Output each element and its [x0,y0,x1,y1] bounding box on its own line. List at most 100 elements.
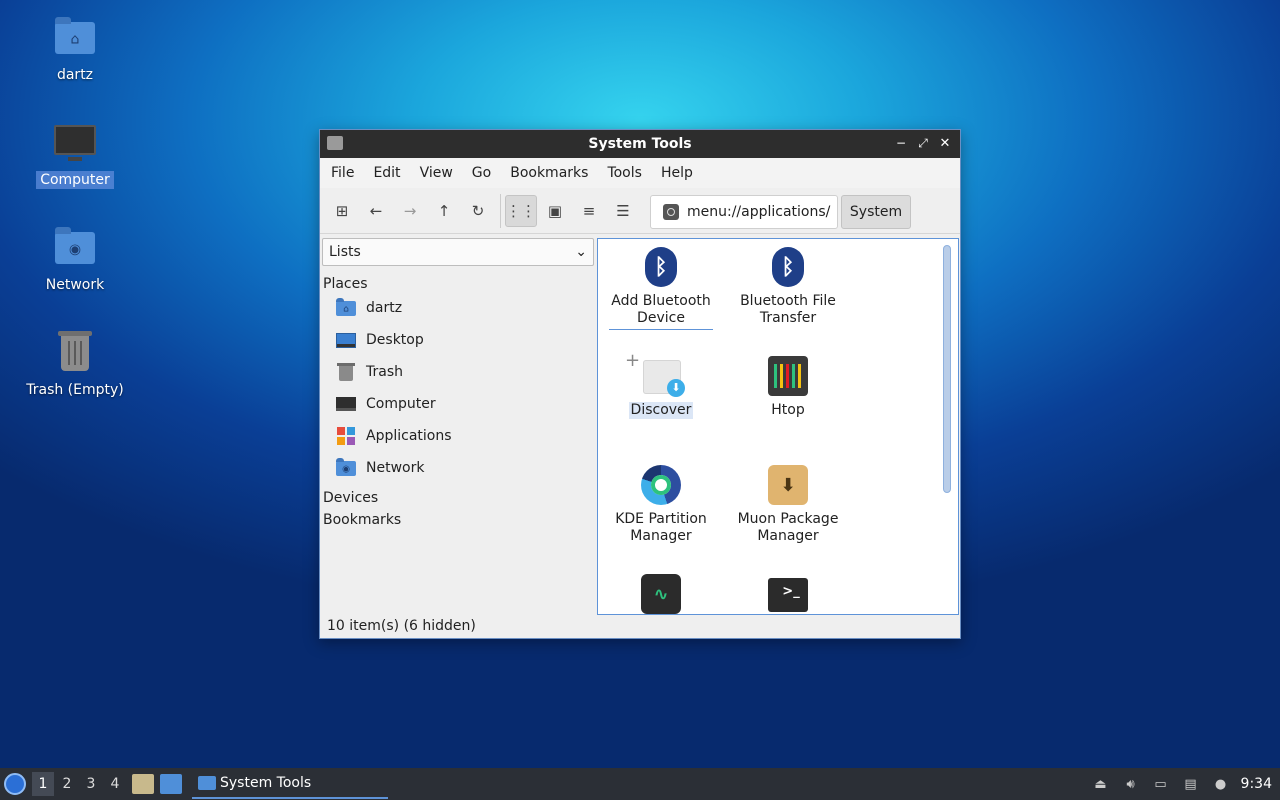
desktop-icon-label: dartz [56,67,94,83]
maximize-button[interactable]: ⤢ [914,134,932,152]
thumbnail-view-button[interactable]: ▣ [539,195,571,227]
menu-bookmarks[interactable]: Bookmarks [503,165,595,181]
menu-help[interactable]: Help [654,165,700,181]
start-menu-button[interactable] [0,769,30,799]
up-button[interactable]: ↑ [428,195,460,227]
sidebar-item-dartz[interactable]: ⌂ dartz [322,292,594,324]
folder-launcher-icon[interactable] [160,774,182,794]
minimize-button[interactable]: − [892,134,910,152]
desktop-icon-home[interactable]: ⌂ dartz [20,16,130,84]
sidebar-item-label: Trash [366,364,403,380]
desktop-icon-label: Computer [36,171,114,189]
app-name: Muon Package Manager [737,511,839,544]
workspace-1[interactable]: 1 [32,772,54,796]
back-button[interactable]: ← [360,195,392,227]
desktop-icon-computer[interactable]: Computer [20,121,130,189]
clipboard-icon[interactable]: ▤ [1181,774,1201,794]
plus-icon: + [625,350,641,371]
menu-edit[interactable]: Edit [366,165,407,181]
applications-icon [336,426,356,446]
sidebar-item-computer[interactable]: Computer [322,388,594,420]
app-kde-partition-manager[interactable]: KDE Partition Manager [598,463,724,545]
clock[interactable]: 9:34 [1241,776,1272,792]
bookmarks-heading[interactable]: Bookmarks [322,512,594,528]
location-icon [663,204,679,220]
app-name: Bluetooth File Transfer [740,293,836,326]
icon-view-button[interactable]: ⋮⋮ [505,194,537,227]
htop-icon [766,354,810,398]
sidebar-item-desktop[interactable]: Desktop [322,324,594,356]
reload-button[interactable]: ↻ [462,195,494,227]
file-view[interactable]: ᛒ Add Bluetooth Device ᛒ Bluetooth File Tr… [597,238,959,615]
volume-icon[interactable]: 🔊︎ [1121,774,1141,794]
app-name: Htop [771,402,805,418]
task-label: System Tools [220,775,312,791]
desktop-icon-network[interactable]: ◉ Network [20,226,130,294]
sidebar-mode-select[interactable]: Lists ⌄ [322,238,594,266]
compact-view-button[interactable]: ≡ [573,195,605,227]
workspace-2[interactable]: 2 [56,772,78,796]
home-folder-icon: ⌂ [53,16,97,60]
menu-view[interactable]: View [413,165,460,181]
app-htop[interactable]: Htop [725,354,851,419]
package-manager-icon: ⬇ [766,463,810,507]
app-discover[interactable]: + ⬇ Discover [598,350,724,419]
menu-tools[interactable]: Tools [600,165,649,181]
eject-icon[interactable]: ⏏ [1091,774,1111,794]
sidebar-item-label: dartz [366,300,403,316]
computer-icon [53,121,97,165]
new-tab-button[interactable]: ⊞ [326,195,358,227]
sidebar-item-label: Network [366,460,425,476]
app-bluetooth-file-transfer[interactable]: ᛒ Bluetooth File Transfer [725,245,851,327]
forward-button[interactable]: → [394,195,426,227]
app-name: Add Bluetooth Device [609,293,713,330]
app-add-bluetooth-device[interactable]: ᛒ Add Bluetooth Device [598,245,724,330]
sidebar-mode-label: Lists [329,244,361,260]
path-button-system[interactable]: System [841,195,911,229]
network-icon[interactable]: ▭ [1151,774,1171,794]
notification-icon[interactable]: ● [1211,774,1231,794]
workspace-3[interactable]: 3 [80,772,102,796]
discover-icon: + ⬇ [625,350,685,398]
sidebar-item-network[interactable]: ◉ Network [322,452,594,484]
app-system-monitor[interactable]: ∿ [598,572,724,614]
trash-icon [336,362,356,382]
status-text: 10 item(s) (6 hidden) [327,618,476,634]
computer-icon [336,394,356,414]
toolbar: ⊞ ← → ↑ ↻ ⋮⋮ ▣ ≡ ☰ menu://applications/ … [320,188,960,234]
sidebar-item-label: Desktop [366,332,424,348]
sidebar: Lists ⌄ Places ⌂ dartz Desktop Trash Com… [322,238,594,612]
partition-manager-icon [639,463,683,507]
app-terminal[interactable]: >_ [725,572,851,614]
bluetooth-icon: ᛒ [639,245,683,289]
trash-icon [53,331,97,375]
task-system-tools[interactable]: System Tools [192,769,388,799]
vertical-scrollbar[interactable] [943,245,951,493]
status-bar: 10 item(s) (6 hidden) [320,614,960,638]
devices-heading[interactable]: Devices [322,490,594,506]
folder-icon [198,776,216,790]
desktop-icon [336,330,356,350]
menubar: File Edit View Go Bookmarks Tools Help [320,158,960,188]
system-monitor-icon: ∿ [639,572,683,614]
sidebar-item-label: Computer [366,396,436,412]
detailed-view-button[interactable]: ☰ [607,195,639,227]
location-path: menu://applications/ [687,204,831,220]
sidebar-item-trash[interactable]: Trash [322,356,594,388]
sidebar-item-applications[interactable]: Applications [322,420,594,452]
menu-go[interactable]: Go [465,165,498,181]
sidebar-item-label: Applications [366,428,452,444]
app-name: Discover [628,402,694,419]
file-manager-window: System Tools − ⤢ ✕ File Edit View Go Boo… [319,129,961,639]
location-bar[interactable]: menu://applications/ [650,195,838,229]
places-heading[interactable]: Places [322,276,594,292]
workspace-4[interactable]: 4 [104,772,126,796]
desktop-icon-trash[interactable]: Trash (Empty) [20,331,130,399]
window-titlebar[interactable]: System Tools − ⤢ ✕ [320,130,960,158]
close-button[interactable]: ✕ [936,134,954,152]
desktop-icon-label: Network [45,277,105,293]
bluetooth-icon: ᛒ [766,245,810,289]
app-muon-package-manager[interactable]: ⬇ Muon Package Manager [725,463,851,545]
menu-file[interactable]: File [324,165,361,181]
files-launcher-icon[interactable] [132,774,154,794]
